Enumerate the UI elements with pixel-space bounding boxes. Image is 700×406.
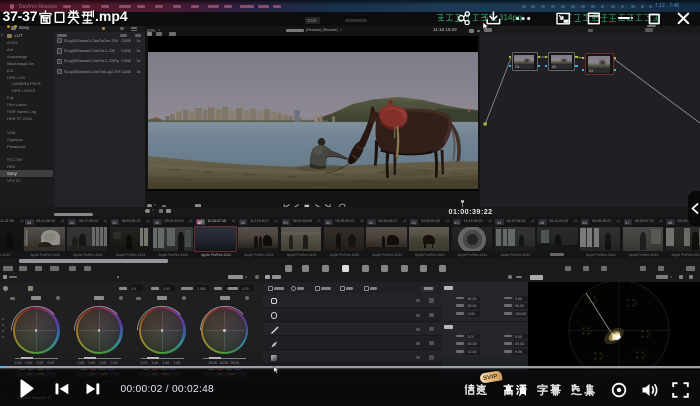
svg-text:q: q xyxy=(649,332,651,336)
svg-text:q: q xyxy=(590,329,592,333)
svg-text:q: q xyxy=(635,301,637,305)
svg-text:q: q xyxy=(596,298,598,302)
